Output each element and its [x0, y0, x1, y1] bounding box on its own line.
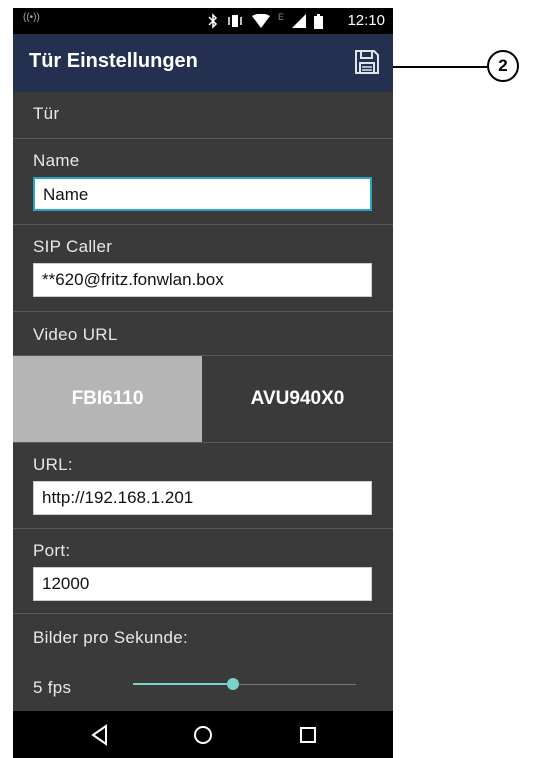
fps-value: 5 fps [33, 678, 72, 697]
door-section-header: Tür [13, 92, 393, 139]
port-label: Port: [33, 541, 71, 560]
fps-slider-thumb[interactable] [227, 678, 240, 690]
url-label: URL: [33, 455, 73, 474]
page-title: Tür Einstellungen [29, 50, 198, 72]
port-input[interactable]: 12000 [33, 567, 372, 601]
port-row: Port: 12000 [13, 529, 393, 614]
app-bar: Tür Einstellungen [13, 34, 393, 92]
fps-slider-fill [133, 683, 234, 685]
name-input[interactable]: Name [33, 177, 372, 211]
sip-caller-label: SIP Caller [33, 237, 113, 256]
save-icon[interactable] [353, 48, 381, 76]
callout-badge: 2 [487, 50, 519, 82]
vibrate-icon [228, 15, 242, 27]
back-icon[interactable] [85, 721, 115, 749]
fps-row: Bilder pro Sekunde: 5 fps [13, 614, 393, 711]
navigation-bar [13, 711, 393, 758]
phone-screen: ((•)) E 12:10 Tür Einstellungen Tür Name… [13, 8, 393, 758]
sip-caller-row: SIP Caller **620@fritz.fonwlan.box [13, 225, 393, 312]
home-icon[interactable] [188, 721, 218, 749]
video-url-header: Video URL [13, 312, 393, 356]
battery-icon [314, 13, 323, 29]
bluetooth-icon [208, 13, 218, 29]
name-row: Name Name [13, 139, 393, 225]
settings-list: Tür Name Name SIP Caller **620@fritz.fon… [13, 92, 393, 711]
status-bar: ((•)) E 12:10 [13, 8, 393, 34]
clock: 12:10 [347, 12, 385, 29]
segment-fbi6110[interactable]: FBI6110 [13, 356, 202, 442]
door-header-label: Tür [33, 104, 60, 123]
fps-slider-track[interactable] [233, 684, 356, 685]
network-type-label: E [277, 12, 284, 22]
video-url-label: Video URL [33, 325, 118, 344]
cast-icon: ((•)) [23, 12, 40, 23]
segment-avu940x0[interactable]: AVU940X0 [202, 356, 393, 442]
recents-icon[interactable] [293, 721, 323, 749]
status-icons: E [208, 11, 323, 31]
url-input[interactable]: http://192.168.1.201 [33, 481, 372, 515]
sip-caller-input[interactable]: **620@fritz.fonwlan.box [33, 263, 372, 297]
name-label: Name [33, 151, 80, 170]
fps-label: Bilder pro Sekunde: [33, 628, 189, 647]
url-row: URL: http://192.168.1.201 [13, 442, 393, 529]
signal-icon [292, 14, 306, 28]
callout-line [393, 66, 487, 68]
wifi-icon [251, 14, 270, 28]
